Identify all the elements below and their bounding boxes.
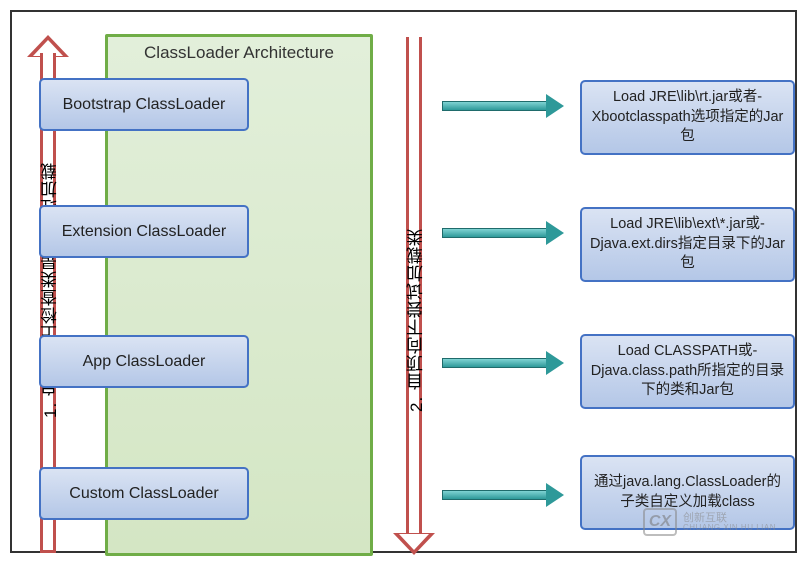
loader-label: App ClassLoader: [83, 353, 206, 371]
desc-bootstrap: Load JRE\lib\rt.jar或者-Xbootclasspath选项指定…: [580, 80, 795, 155]
desc-text: Load CLASSPATH或-Djava.class.path所指定的目录下的…: [588, 342, 787, 401]
arrow-right-icon: [442, 98, 562, 114]
container-title: ClassLoader Architecture: [108, 37, 370, 63]
arrow-up-label: 1. 自底向上检查类是否已经加载: [38, 130, 58, 450]
loader-bootstrap: Bootstrap ClassLoader: [39, 78, 249, 131]
loader-custom: Custom ClassLoader: [39, 467, 249, 520]
watermark-logo-icon: CX: [643, 508, 677, 536]
arrow-right-icon: [442, 355, 562, 371]
arrow-down-label: 2. 自顶向下尝试加载类: [404, 205, 424, 435]
desc-text: Load JRE\lib\ext\*.jar或-Djava.ext.dirs指定…: [588, 215, 787, 274]
desc-text: Load JRE\lib\rt.jar或者-Xbootclasspath选项指定…: [588, 88, 787, 147]
desc-text: 通过java.lang.ClassLoader的子类自定义加载class: [588, 473, 787, 512]
desc-extension: Load JRE\lib\ext\*.jar或-Djava.ext.dirs指定…: [580, 207, 795, 282]
desc-app: Load CLASSPATH或-Djava.class.path所指定的目录下的…: [580, 334, 795, 409]
arrow-right-icon: [442, 487, 562, 503]
loader-extension: Extension ClassLoader: [39, 205, 249, 258]
diagram-frame: 1. 自底向上检查类是否已经加载 ClassLoader Architectur…: [10, 10, 797, 553]
arrow-down-load: 2. 自顶向下尝试加载类: [394, 35, 434, 555]
loader-label: Bootstrap ClassLoader: [63, 96, 226, 114]
loader-label: Custom ClassLoader: [69, 485, 218, 503]
loader-app: App ClassLoader: [39, 335, 249, 388]
arrow-right-icon: [442, 225, 562, 241]
watermark-text: 创新互联 CHUANG XIN HU LIAN: [683, 512, 776, 533]
watermark: CX 创新互联 CHUANG XIN HU LIAN: [643, 508, 776, 536]
loader-label: Extension ClassLoader: [62, 223, 227, 241]
